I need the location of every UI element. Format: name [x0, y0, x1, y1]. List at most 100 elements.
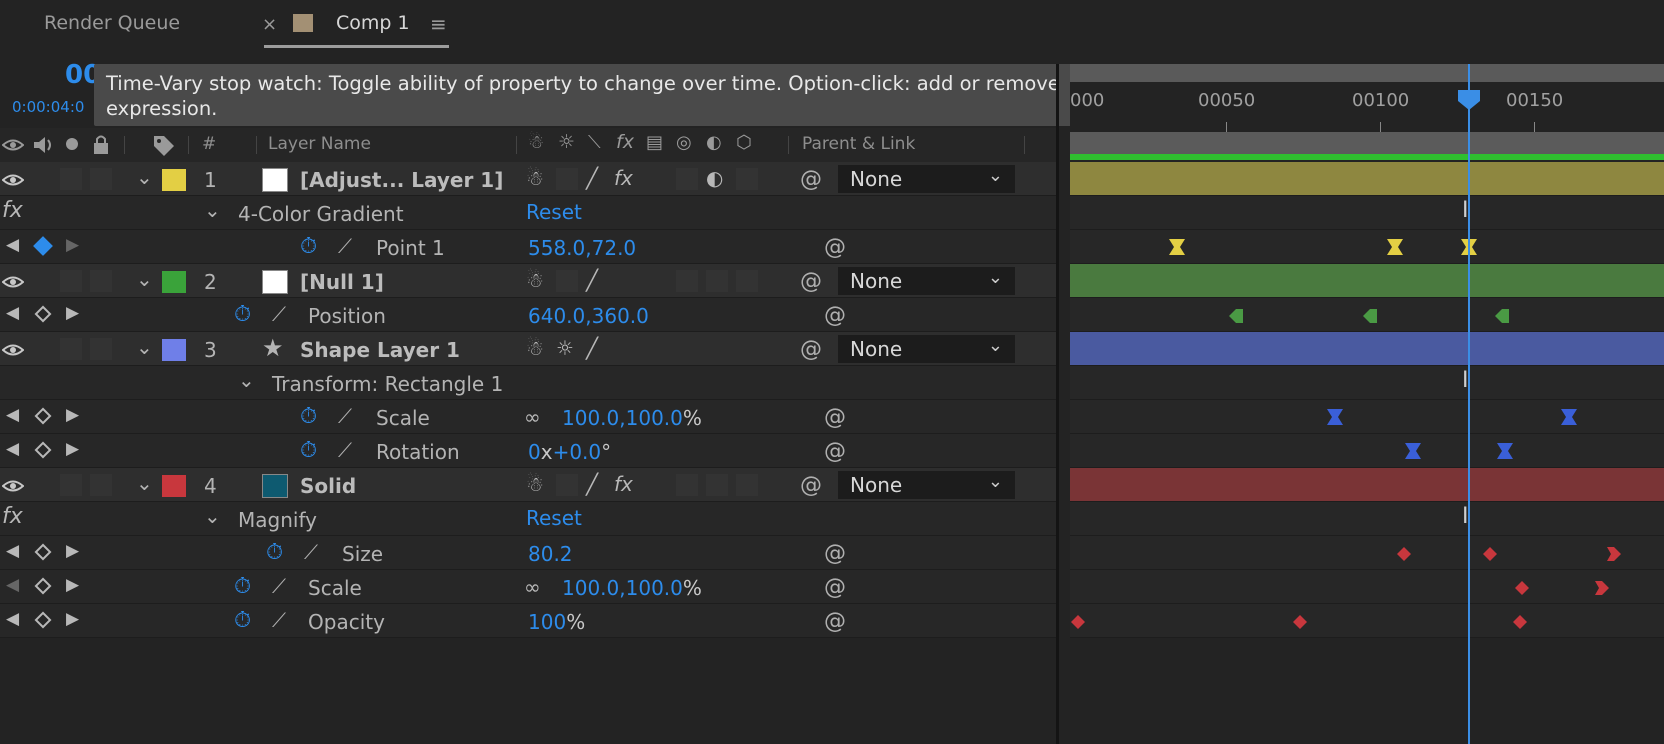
property-value[interactable]: 100.0,100.0%: [562, 406, 702, 430]
keyframe-diamond-icon[interactable]: [1292, 614, 1308, 630]
shy-icon[interactable]: ☃: [526, 268, 544, 292]
chevron-down-icon[interactable]: ⌄: [204, 504, 221, 528]
keyframe-diamond-icon[interactable]: [1482, 546, 1498, 562]
visibility-eye-icon[interactable]: [2, 172, 24, 188]
graph-icon[interactable]: ⟋: [338, 438, 352, 462]
stopwatch-icon[interactable]: ⏱: [234, 574, 251, 599]
pick-whip-icon[interactable]: @: [800, 269, 822, 294]
keyframe-ease-icon[interactable]: [1494, 308, 1510, 324]
quality-slash-icon[interactable]: ╱: [586, 472, 598, 496]
pick-whip-icon[interactable]: @: [824, 575, 846, 600]
layer-row-4[interactable]: ⌄ 4 Solid ☃ ╱ fx @ None ⌄: [0, 468, 1058, 502]
graph-icon[interactable]: ⟋: [272, 302, 286, 326]
keyframe-hold-icon[interactable]: [1560, 408, 1578, 426]
layer-row-1[interactable]: ⌄ 1 [Adjust... Layer 1] ☃ ╱ fx ◐ @ None ⌄: [0, 162, 1058, 196]
tab-comp-1[interactable]: Comp 1: [336, 12, 410, 34]
fx-switch-icon[interactable]: fx: [614, 472, 633, 496]
solo-icon[interactable]: [66, 138, 78, 150]
shy-switch-icon[interactable]: ☃: [528, 132, 544, 153]
collapse-toggle[interactable]: [556, 270, 578, 292]
fx-switch-icon[interactable]: fx: [614, 166, 633, 190]
prev-keyframe-icon[interactable]: ◀: [6, 609, 19, 629]
parent-dropdown[interactable]: None ⌄: [838, 267, 1015, 295]
collapse-sun-icon[interactable]: ☼: [556, 336, 574, 360]
keyframe-ease-icon[interactable]: [1606, 546, 1622, 562]
parent-dropdown[interactable]: None ⌄: [838, 335, 1015, 363]
keyframe-hold-icon[interactable]: [1168, 238, 1186, 256]
keyframe-diamond-icon[interactable]: [1512, 614, 1528, 630]
group-name[interactable]: Transform: Rectangle 1: [272, 372, 503, 396]
3d-toggle[interactable]: [736, 168, 758, 190]
3d-toggle[interactable]: [736, 270, 758, 292]
next-keyframe-icon[interactable]: ▶: [66, 405, 79, 425]
group-row-transform-rectangle-1[interactable]: ⌄ Transform: Rectangle 1: [0, 366, 1058, 400]
label-tag-icon[interactable]: [152, 134, 176, 156]
parent-dropdown[interactable]: None ⌄: [838, 165, 1015, 193]
keyframe-ease-icon[interactable]: [1594, 580, 1610, 596]
collapse-toggle[interactable]: [556, 474, 578, 496]
layer-bar-1[interactable]: [1070, 162, 1664, 196]
property-value[interactable]: 558.0,72.0: [528, 236, 636, 260]
property-row-position[interactable]: ◀ ▶ ⏱ ⟋ Position 640.0,360.0 @: [0, 298, 1058, 332]
lock-toggle[interactable]: [90, 168, 112, 190]
chevron-down-icon[interactable]: ⌄: [136, 471, 153, 495]
add-keyframe-diamond-icon[interactable]: [34, 441, 52, 459]
quality-slash-icon[interactable]: ╱: [586, 166, 598, 190]
parent-dropdown[interactable]: None ⌄: [838, 471, 1015, 499]
adjustment-toggle[interactable]: [706, 474, 728, 496]
3d-toggle[interactable]: [736, 474, 758, 496]
property-value[interactable]: 100%: [528, 610, 585, 634]
eye-icon[interactable]: [2, 137, 24, 153]
stopwatch-icon[interactable]: ⏱: [234, 302, 251, 327]
keyframe-diamond-icon[interactable]: [1070, 614, 1086, 630]
keyframe-hold-icon[interactable]: [1386, 238, 1404, 256]
next-keyframe-icon[interactable]: ▶: [66, 235, 79, 255]
effect-switch-icon[interactable]: fx: [616, 131, 634, 153]
layer-name[interactable]: [Null 1]: [300, 270, 384, 294]
chevron-down-icon[interactable]: ⌄: [136, 267, 153, 291]
pick-whip-icon[interactable]: @: [824, 303, 846, 328]
layer-bar-2[interactable]: [1070, 264, 1664, 298]
add-keyframe-diamond-icon[interactable]: [34, 543, 52, 561]
lock-toggle[interactable]: [90, 338, 112, 360]
property-row-scale[interactable]: ◀ ▶ ⏱ ⟋ Scale ∞ 100.0,100.0% @: [0, 400, 1058, 434]
motion-blur-toggle[interactable]: [676, 270, 698, 292]
stopwatch-icon[interactable]: ⏱: [300, 404, 317, 429]
layer-bar-3[interactable]: [1070, 332, 1664, 366]
graph-icon[interactable]: ⟋: [338, 404, 352, 428]
prev-keyframe-icon[interactable]: ◀: [6, 541, 19, 561]
next-keyframe-icon[interactable]: ▶: [66, 541, 79, 561]
graph-icon[interactable]: ⟋: [272, 608, 286, 632]
label-color-swatch[interactable]: [162, 271, 186, 293]
speaker-icon[interactable]: [32, 135, 56, 155]
keyframe-hold-icon[interactable]: [1404, 442, 1422, 460]
pick-whip-icon[interactable]: @: [824, 405, 846, 430]
prev-keyframe-icon[interactable]: ◀: [6, 405, 19, 425]
graph-icon[interactable]: ⟋: [304, 540, 318, 564]
solo-toggle[interactable]: [60, 270, 82, 292]
pick-whip-icon[interactable]: @: [800, 337, 822, 362]
property-row-scale-solid[interactable]: ◀ ▶ ⏱ ⟋ Scale ∞ 100.0,100.0% @: [0, 570, 1058, 604]
layer-name[interactable]: Shape Layer 1: [300, 338, 460, 362]
label-color-swatch[interactable]: [162, 475, 186, 497]
graph-icon[interactable]: ⟋: [272, 574, 286, 598]
motion-blur-toggle[interactable]: [676, 474, 698, 496]
layer-name[interactable]: Solid: [300, 474, 356, 498]
add-keyframe-diamond-icon[interactable]: [34, 407, 52, 425]
fx-icon[interactable]: fx: [2, 504, 23, 529]
quality-switch-icon[interactable]: ⟍: [588, 132, 601, 153]
visibility-eye-icon[interactable]: [2, 274, 24, 290]
frame-blend-icon[interactable]: ▤: [646, 132, 663, 153]
shy-icon[interactable]: ☃: [526, 472, 544, 496]
stopwatch-icon[interactable]: ⏱: [300, 438, 317, 463]
layer-row-3[interactable]: ⌄ 3 ★ Shape Layer 1 ☃ ☼ ╱ @ None ⌄: [0, 332, 1058, 366]
time-navigator-bar[interactable]: [1070, 64, 1664, 82]
shy-icon[interactable]: ☃: [526, 166, 544, 190]
column-layer-name[interactable]: Layer Name: [268, 134, 371, 154]
motion-blur-icon[interactable]: ◎: [676, 132, 692, 153]
adjustment-toggle[interactable]: [706, 270, 728, 292]
panel-menu-icon[interactable]: ≡: [430, 12, 447, 36]
pick-whip-icon[interactable]: @: [824, 541, 846, 566]
keyframe-ease-icon[interactable]: [1228, 308, 1244, 324]
adjustment-icon[interactable]: ◐: [706, 166, 723, 190]
